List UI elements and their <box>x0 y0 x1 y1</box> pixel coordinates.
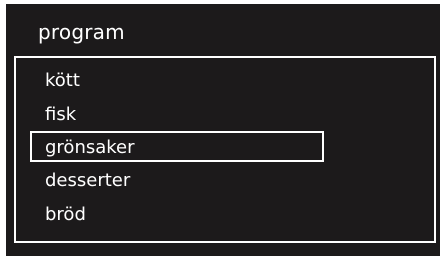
menu-list: kött fisk grönsaker desserter bröd <box>14 56 436 243</box>
menu-item-desserter[interactable]: desserter <box>30 164 324 195</box>
menu-item-kott[interactable]: kött <box>30 64 324 95</box>
menu-title: program <box>38 20 125 44</box>
menu-item-brod[interactable]: bröd <box>30 198 324 229</box>
menu-item-gronsaker[interactable]: grönsaker <box>30 131 324 162</box>
menu-item-fisk[interactable]: fisk <box>30 98 324 129</box>
program-menu-screen: program kött fisk grönsaker desserter br… <box>6 4 440 256</box>
